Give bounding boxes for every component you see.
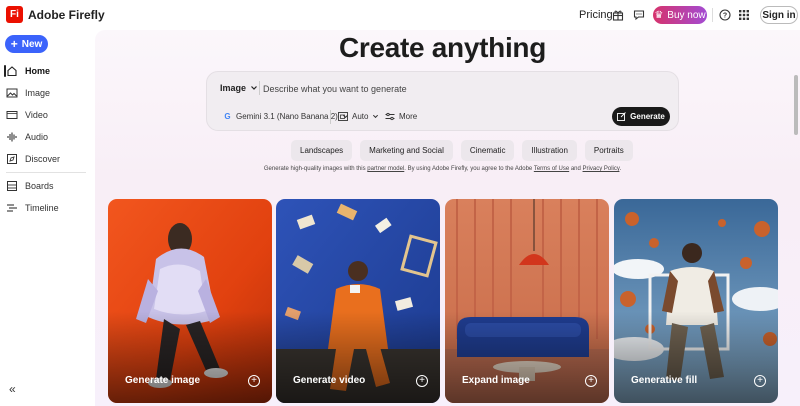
collapse-icon[interactable]: « [9,382,16,396]
generative-fill-card[interactable]: Generative fill + [614,199,778,403]
sidebar-item-label: Audio [25,132,49,142]
sidebar-item-label: Image [25,88,51,98]
sidebar-item-label: Timeline [25,203,59,213]
chip-portraits[interactable]: Portraits [584,140,633,161]
legal-notice: Generate high-quality images with this p… [95,166,790,172]
partner-model-link[interactable]: partner model [367,166,404,172]
add-circle-icon[interactable]: + [248,375,260,387]
timeline-icon [7,204,17,212]
sidebar-item-timeline[interactable]: Timeline [6,200,59,216]
generate-image-card[interactable]: Generate image + [108,199,272,403]
logo-text: Fi [10,9,19,20]
audio-icon [7,132,17,142]
add-circle-icon[interactable]: + [585,375,597,387]
page-title: Create anything [338,32,547,63]
chevron-down-icon [373,114,379,119]
legal-text: . [619,166,622,172]
sidebar: + New Home Image Video Audio Discover Bo… [0,30,95,406]
generate-button[interactable]: Generate [612,107,670,126]
expand-image-card[interactable]: Expand image + [445,199,609,403]
legal-text: and [569,166,583,172]
aspect-ratio-icon [338,112,348,121]
main-content: Create anything Image Describe what you … [95,30,800,406]
generate-label: Generate [630,112,665,121]
sidebar-item-image[interactable]: Image [6,85,50,101]
active-indicator [4,65,6,77]
sidebar-item-label: Boards [25,181,54,191]
sidebar-item-label: Home [25,66,51,76]
add-circle-icon[interactable]: + [416,375,428,387]
chip-illustration[interactable]: Illustration [522,140,577,161]
card-label: Generative fill [631,375,698,386]
sliders-icon [385,112,395,121]
chevron-down-icon [251,86,257,90]
new-label: New [21,38,43,50]
chip-marketing-and-social[interactable]: Marketing and Social [360,140,453,161]
scrollbar[interactable] [793,30,800,406]
generate-icon [617,112,626,121]
buy-now-label: Buy now [667,9,706,21]
sign-in-button[interactable]: Sign in [760,6,798,24]
discover-icon [7,154,17,164]
crown-icon: ♛ [654,9,664,21]
sidebar-divider [6,172,86,173]
card-label: Generate image [125,375,201,386]
firefly-logo[interactable]: Fi [6,6,23,23]
prompt-box: Image Describe what you want to generate… [206,71,679,131]
add-circle-icon[interactable]: + [754,375,766,387]
card-image [445,199,609,403]
header-divider [712,8,713,22]
card-label: Generate video [293,375,366,386]
aspect-label: Auto [352,112,369,121]
help-icon[interactable]: ? [716,6,734,24]
plus-icon: + [10,37,18,51]
chip-landscapes[interactable]: Landscapes [291,140,353,161]
image-icon [6,88,18,98]
privacy-policy-link[interactable]: Privacy Policy [583,166,620,172]
sidebar-item-home[interactable]: Home [4,63,51,79]
sidebar-item-label: Video [25,110,48,120]
new-button[interactable]: + New [5,35,48,53]
aspect-ratio-dropdown[interactable]: Auto [338,112,379,121]
sidebar-item-video[interactable]: Video [6,107,48,123]
model-label: Gemini 3.1 (Nano Banana 2) [236,112,338,121]
home-icon [7,66,17,77]
card-image [614,199,778,403]
card-label: Expand image [462,375,530,386]
sidebar-item-discover[interactable]: Discover [6,151,60,167]
prompt-input[interactable]: Describe what you want to generate [263,84,407,94]
video-icon [6,111,18,119]
options-divider [330,110,331,124]
app-title[interactable]: Adobe Firefly [28,8,105,22]
chip-cinematic[interactable]: Cinematic [460,140,515,161]
more-label: More [399,112,418,121]
mode-dropdown[interactable]: Image [220,83,258,93]
apps-grid-icon[interactable] [735,6,753,24]
pricing-link[interactable]: Pricing [579,9,613,21]
mode-divider [259,81,260,95]
chat-icon[interactable] [630,6,648,24]
mode-label: Image [220,83,247,93]
legal-text: . By using Adobe Firefly, you agree to t… [404,166,534,172]
google-icon: G [224,112,231,121]
buy-now-button[interactable]: ♛ Buy now [653,6,707,24]
boards-icon [7,181,17,191]
svg-text:?: ? [723,13,727,20]
sidebar-item-label: Discover [25,154,61,164]
generate-video-card[interactable]: Generate video + [276,199,440,403]
suggestion-chips: Landscapes Marketing and Social Cinemati… [291,140,633,161]
sidebar-item-boards[interactable]: Boards [6,178,54,194]
sidebar-item-audio[interactable]: Audio [6,129,48,145]
card-image [108,199,272,403]
more-options-button[interactable]: More [385,112,417,121]
scrollbar-thumb[interactable] [794,75,798,135]
card-image [276,199,440,403]
top-bar: Fi Adobe Firefly Pricing ♛ Buy now ? Sig… [0,0,800,30]
terms-of-use-link[interactable]: Terms of Use [534,166,569,172]
gift-icon[interactable] [609,6,627,24]
legal-text: Generate high-quality images with this [263,166,368,172]
